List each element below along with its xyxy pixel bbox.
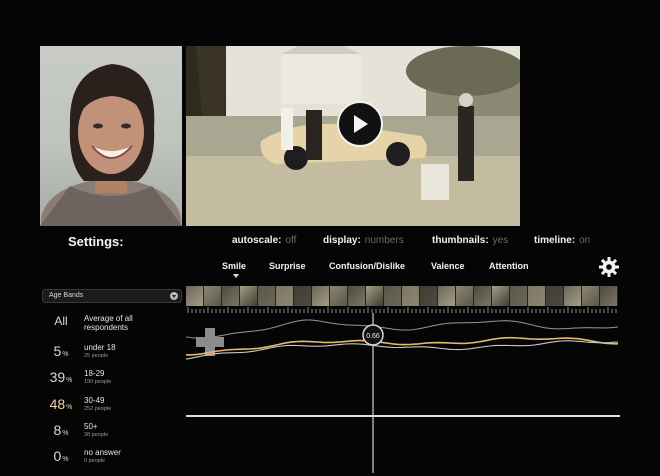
band-30-49-pct[interactable]: 48%: [44, 396, 78, 412]
video-thumbnail[interactable]: [222, 286, 240, 306]
tab-surprise[interactable]: Surprise: [269, 261, 306, 271]
respondent-face-video: [40, 46, 182, 226]
gear-icon[interactable]: [598, 256, 620, 278]
band-all-pct[interactable]: All: [44, 314, 78, 328]
band-18-29-pct[interactable]: 39%: [44, 369, 78, 385]
band-under18-count: 25 people: [84, 353, 109, 359]
band-under18-label[interactable]: under 18: [84, 343, 116, 352]
tab-confusion-dislike[interactable]: Confusion/Dislike: [329, 261, 405, 271]
timeline-label: timeline:: [534, 235, 576, 246]
playhead-value: 0.66: [366, 333, 380, 340]
play-button[interactable]: [337, 101, 383, 147]
thumbnails-value[interactable]: yes: [493, 235, 509, 246]
video-thumbnail[interactable]: [204, 286, 222, 306]
band-18-29-count: 190 people: [84, 379, 112, 385]
video-thumbnail[interactable]: [348, 286, 366, 306]
autoscale-label: autoscale:: [232, 235, 282, 246]
video-thumbnail[interactable]: [186, 286, 204, 306]
tab-valence[interactable]: Valence: [431, 261, 465, 271]
age-bands-select[interactable]: Age Bands: [42, 289, 182, 303]
band-50plus-pct[interactable]: 8%: [44, 422, 78, 438]
band-no-answer-count: 0 people: [84, 458, 106, 464]
response-curve: [186, 319, 619, 339]
selected-tab-caret-icon: [233, 274, 239, 278]
band-all-label[interactable]: Average of all respondents: [84, 314, 179, 332]
band-50plus-count: 38 people: [84, 432, 109, 438]
band-50plus-label[interactable]: 50+: [84, 422, 98, 431]
display-setting[interactable]: display: numbers: [323, 235, 404, 246]
metric-timeline-chart[interactable]: 0.66: [186, 313, 620, 473]
band-no-answer-label[interactable]: no answer: [84, 448, 121, 457]
video-thumbnail[interactable]: [456, 286, 474, 306]
age-bands-select-label: Age Bands: [49, 292, 84, 299]
face-image: [40, 64, 182, 226]
timeline-value[interactable]: on: [579, 235, 590, 246]
play-icon: [354, 115, 368, 133]
autoscale-value[interactable]: off: [285, 235, 296, 246]
video-thumbnail[interactable]: [276, 286, 294, 306]
video-thumbnail[interactable]: [330, 286, 348, 306]
video-thumbnail[interactable]: [474, 286, 492, 306]
display-label: display:: [323, 235, 361, 246]
tab-attention[interactable]: Attention: [489, 261, 529, 271]
timeline-setting[interactable]: timeline: on: [534, 235, 590, 246]
video-thumbnail[interactable]: [600, 286, 618, 306]
thumbnails-label: thumbnails:: [432, 235, 489, 246]
video-thumbnail[interactable]: [240, 286, 258, 306]
band-18-29-label[interactable]: 18-29: [84, 369, 104, 378]
video-thumbnail[interactable]: [384, 286, 402, 306]
video-thumbnail[interactable]: [528, 286, 546, 306]
video-thumbnail[interactable]: [294, 286, 312, 306]
video-thumbnail[interactable]: [420, 286, 438, 306]
video-thumbnail[interactable]: [492, 286, 510, 306]
thumbnails-setting[interactable]: thumbnails: yes: [432, 235, 508, 246]
chevron-down-icon: [170, 292, 178, 300]
video-thumbnail[interactable]: [258, 286, 276, 306]
stimulus-video-player[interactable]: [186, 46, 520, 226]
response-curve: [186, 340, 619, 360]
video-thumbnail[interactable]: [564, 286, 582, 306]
video-thumbnail[interactable]: [438, 286, 456, 306]
video-thumbnail[interactable]: [402, 286, 420, 306]
response-curve: [186, 336, 618, 356]
band-30-49-count: 252 people: [84, 406, 112, 412]
settings-title: Settings:: [68, 234, 124, 249]
series-layer: [186, 319, 619, 360]
thumbnail-strip[interactable]: [186, 286, 620, 306]
display-value[interactable]: numbers: [365, 235, 404, 246]
video-thumbnail[interactable]: [366, 286, 384, 306]
band-under18-pct[interactable]: 5%: [44, 343, 78, 359]
autoscale-setting[interactable]: autoscale: off: [232, 235, 296, 246]
video-thumbnail[interactable]: [510, 286, 528, 306]
tab-smile[interactable]: Smile: [222, 261, 246, 271]
video-thumbnail[interactable]: [312, 286, 330, 306]
video-thumbnail[interactable]: [546, 286, 564, 306]
band-30-49-label[interactable]: 30-49: [84, 396, 104, 405]
video-thumbnail[interactable]: [582, 286, 600, 306]
band-no-answer-pct[interactable]: 0%: [44, 448, 78, 464]
